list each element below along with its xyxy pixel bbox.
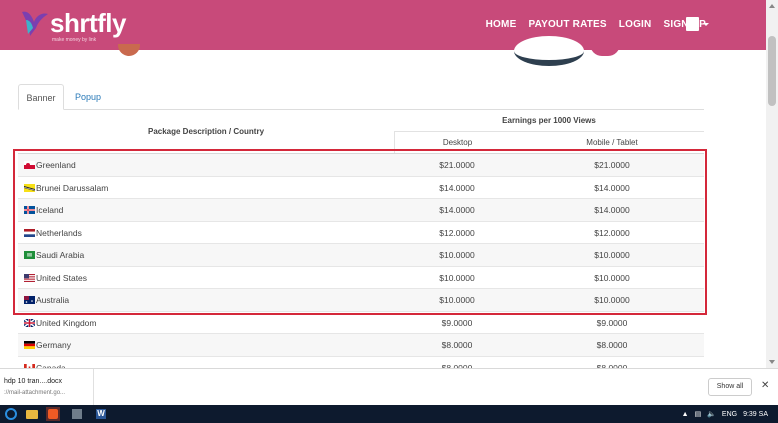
page-scrollbar[interactable]: [766, 0, 778, 370]
australia-flag-icon: [24, 296, 35, 304]
column-country: Package Description / Country: [147, 127, 265, 136]
column-earnings: Earnings per 1000 Views: [394, 110, 704, 132]
clock[interactable]: 9:39 SA: [743, 411, 768, 418]
greenland-flag-icon: [24, 161, 35, 169]
united-states-flag-icon: [24, 273, 35, 282]
scroll-down-icon[interactable]: [769, 360, 775, 364]
file-explorer-icon[interactable]: [26, 407, 40, 421]
table-row: Brunei Darussalam $14.0000 $14.0000: [18, 177, 704, 199]
desktop-rate: $10.0000: [439, 272, 475, 283]
translate-icon: [686, 17, 699, 31]
tab-banner[interactable]: Banner: [18, 84, 64, 110]
brand-name: shrtfly: [50, 8, 126, 38]
system-tray: ▲ ▤ 🔈 ENG 9:39 SA: [682, 405, 768, 423]
nav-payout-rates[interactable]: PAYOUT RATES: [528, 19, 606, 30]
table-row: United Kingdom $9.0000 $9.0000: [18, 312, 704, 334]
language-selector[interactable]: [686, 17, 709, 33]
download-bar: hdp 10 tran....docx ://mail-attachment.g…: [0, 368, 778, 405]
country-name: Saudi Arabia: [36, 250, 85, 260]
decorative-shape: [514, 36, 584, 66]
iceland-flag-icon: [24, 206, 35, 214]
desktop-rate: $10.0000: [439, 295, 475, 305]
column-desktop: Desktop: [394, 132, 520, 154]
language-indicator[interactable]: ENG: [722, 411, 737, 418]
table-header: Package Description / Country Earnings p…: [18, 110, 704, 154]
main-nav: HOME PAYOUT RATES LOGIN SIGN UP: [486, 19, 706, 30]
country-name: United States: [36, 272, 88, 283]
tray-chevron-up-icon[interactable]: ▲: [682, 411, 689, 418]
desktop-rate: $14.0000: [439, 182, 475, 193]
mobile-rate: $10.0000: [594, 295, 630, 305]
mobile-rate: $14.0000: [594, 205, 630, 215]
mobile-rate: $12.0000: [594, 227, 630, 238]
country-name: United Kingdom: [36, 317, 97, 328]
show-all-button[interactable]: Show all: [708, 378, 752, 396]
table-row: Germany $8.0000 $8.0000: [18, 334, 704, 357]
mobile-rate: $8.0000: [596, 340, 628, 350]
rate-tabs: Banner Popup: [18, 84, 704, 110]
chevron-down-icon: [703, 23, 709, 26]
download-file-name: hdp 10 tran....docx: [4, 378, 62, 385]
united-kingdom-flag-icon: [24, 318, 35, 327]
desktop-rate: $9.0000: [441, 317, 473, 328]
desktop-rate: $8.0000: [441, 340, 473, 350]
word-icon[interactable]: W: [94, 407, 108, 421]
nav-home[interactable]: HOME: [486, 19, 517, 30]
decorative-shape: [118, 44, 140, 56]
scroll-up-icon[interactable]: [769, 4, 775, 8]
desktop-rate: $10.0000: [439, 250, 475, 260]
country-name: Greenland: [36, 160, 76, 170]
download-file-source: ://mail-attachment.go...: [4, 390, 66, 396]
brave-browser-icon[interactable]: [46, 407, 60, 421]
hummingbird-logo-icon: [22, 11, 48, 36]
tab-popup[interactable]: Popup: [68, 84, 108, 110]
desktop-rate: $14.0000: [439, 205, 475, 215]
table-row: United States $10.0000 $10.0000: [18, 267, 704, 289]
germany-flag-icon: [24, 341, 35, 349]
mobile-rate: $10.0000: [594, 272, 630, 283]
download-item[interactable]: hdp 10 tran....docx ://mail-attachment.g…: [0, 369, 94, 405]
table-row: Australia $10.0000 $10.0000: [18, 289, 704, 312]
app-icon[interactable]: [70, 407, 84, 421]
edge-browser-icon[interactable]: [4, 407, 18, 421]
network-icon[interactable]: ▤: [695, 410, 702, 418]
rates-table-body: Greenland $21.0000 $21.0000 Brunei Darus…: [18, 154, 704, 379]
volume-icon[interactable]: 🔈: [707, 410, 716, 418]
desktop-rate: $12.0000: [439, 227, 475, 238]
nav-login[interactable]: LOGIN: [619, 19, 652, 30]
decorative-shape: [590, 44, 620, 56]
column-mobile: Mobile / Tablet: [586, 138, 638, 147]
site-header: shrtfly make money by link HOME PAYOUT R…: [0, 0, 766, 50]
desktop-rate: $21.0000: [439, 160, 475, 170]
taskbar: W ▲ ▤ 🔈 ENG 9:39 SA: [0, 405, 778, 423]
shrtfly-logo[interactable]: shrtfly make money by link: [18, 6, 128, 46]
brand-tagline: make money by link: [52, 37, 97, 43]
table-row: Iceland $14.0000 $14.0000: [18, 199, 704, 222]
table-row: Netherlands $12.0000 $12.0000: [18, 222, 704, 244]
mobile-rate: $14.0000: [594, 182, 630, 193]
saudi-arabia-flag-icon: [24, 251, 35, 259]
country-name: Brunei Darussalam: [36, 182, 109, 193]
mobile-rate: $10.0000: [594, 250, 630, 260]
scroll-thumb[interactable]: [768, 36, 776, 106]
brunei-flag-icon: [24, 183, 35, 192]
mobile-rate: $21.0000: [594, 160, 630, 170]
close-icon[interactable]: ✕: [761, 380, 769, 391]
country-name: Germany: [36, 340, 71, 350]
country-name: Iceland: [36, 205, 64, 215]
country-name: Australia: [36, 295, 70, 305]
country-name: Netherlands: [36, 227, 82, 238]
mobile-rate: $9.0000: [596, 317, 628, 328]
table-row: Saudi Arabia $10.0000 $10.0000: [18, 244, 704, 267]
netherlands-flag-icon: [24, 228, 35, 237]
table-row: Greenland $21.0000 $21.0000: [18, 154, 704, 177]
